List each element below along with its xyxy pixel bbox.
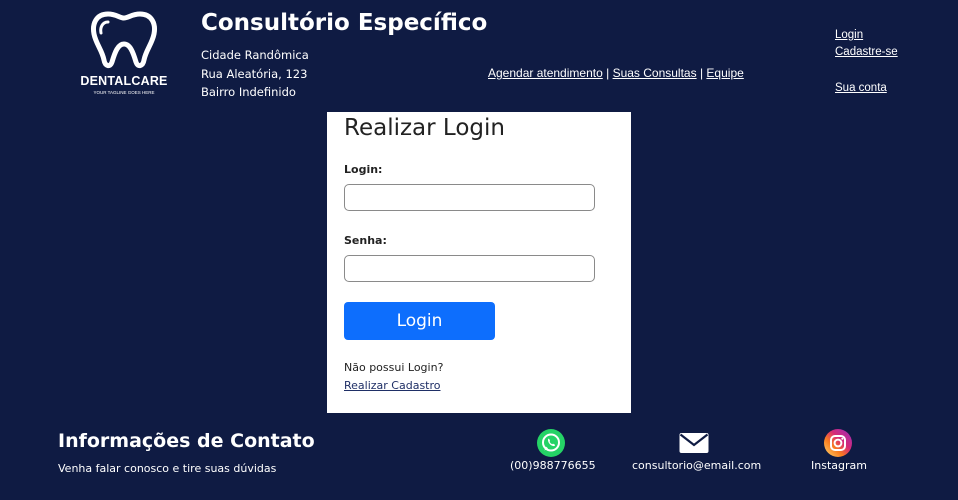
logo-tagline: YOUR TAGLINE GOES HERE xyxy=(93,90,155,95)
nav-separator: | xyxy=(699,66,704,80)
nav-equipe-link[interactable]: Equipe xyxy=(706,66,743,80)
whatsapp-icon[interactable] xyxy=(536,428,566,458)
header-register-link[interactable]: Cadastre-se xyxy=(835,46,898,58)
clinic-title: Consultório Específico xyxy=(201,10,488,36)
instagram-label: Instagram xyxy=(811,459,867,472)
login-card: Realizar Login Login: Senha: Login Não p… xyxy=(327,112,631,413)
password-input[interactable] xyxy=(344,255,595,282)
address-district: Bairro Indefinido xyxy=(201,85,296,99)
tooth-icon xyxy=(91,11,157,69)
login-title: Realizar Login xyxy=(344,115,505,141)
my-account-link[interactable]: Sua conta xyxy=(835,82,887,94)
login-label: Login: xyxy=(344,163,383,176)
logo-name: DENTALCARE xyxy=(80,74,168,88)
login-submit-button[interactable]: Login xyxy=(344,302,495,340)
nav-consultas-link[interactable]: Suas Consultas xyxy=(613,66,697,80)
password-label: Senha: xyxy=(344,234,387,247)
login-input[interactable] xyxy=(344,184,595,211)
nav-separator: | xyxy=(606,66,610,80)
phone-number: (00)988776655 xyxy=(510,459,596,472)
footer-subtitle: Venha falar conosco e tire suas dúvidas xyxy=(58,462,277,475)
nav-agendar-link[interactable]: Agendar atendimento xyxy=(488,66,603,80)
account-register: Cadastre-se xyxy=(835,46,898,58)
account-login: Login xyxy=(835,29,863,41)
email-address: consultorio@email.com xyxy=(632,459,762,472)
dentalcare-logo[interactable]: DENTALCARE YOUR TAGLINE GOES HERE xyxy=(66,10,182,98)
instagram-icon[interactable] xyxy=(823,428,853,458)
main-nav: Agendar atendimento | Suas Consultas | E… xyxy=(488,66,744,80)
account-my: Sua conta xyxy=(835,82,887,94)
address-street: Rua Aleatória, 123 xyxy=(201,67,308,81)
footer-title: Informações de Contato xyxy=(58,430,315,452)
no-account-text: Não possui Login? xyxy=(344,361,444,374)
page: DENTALCARE YOUR TAGLINE GOES HERE Consul… xyxy=(0,0,958,500)
address-city: Cidade Randômica xyxy=(201,48,309,62)
register-link[interactable]: Realizar Cadastro xyxy=(344,379,441,392)
email-icon[interactable] xyxy=(679,428,709,458)
header-login-link[interactable]: Login xyxy=(835,29,863,41)
